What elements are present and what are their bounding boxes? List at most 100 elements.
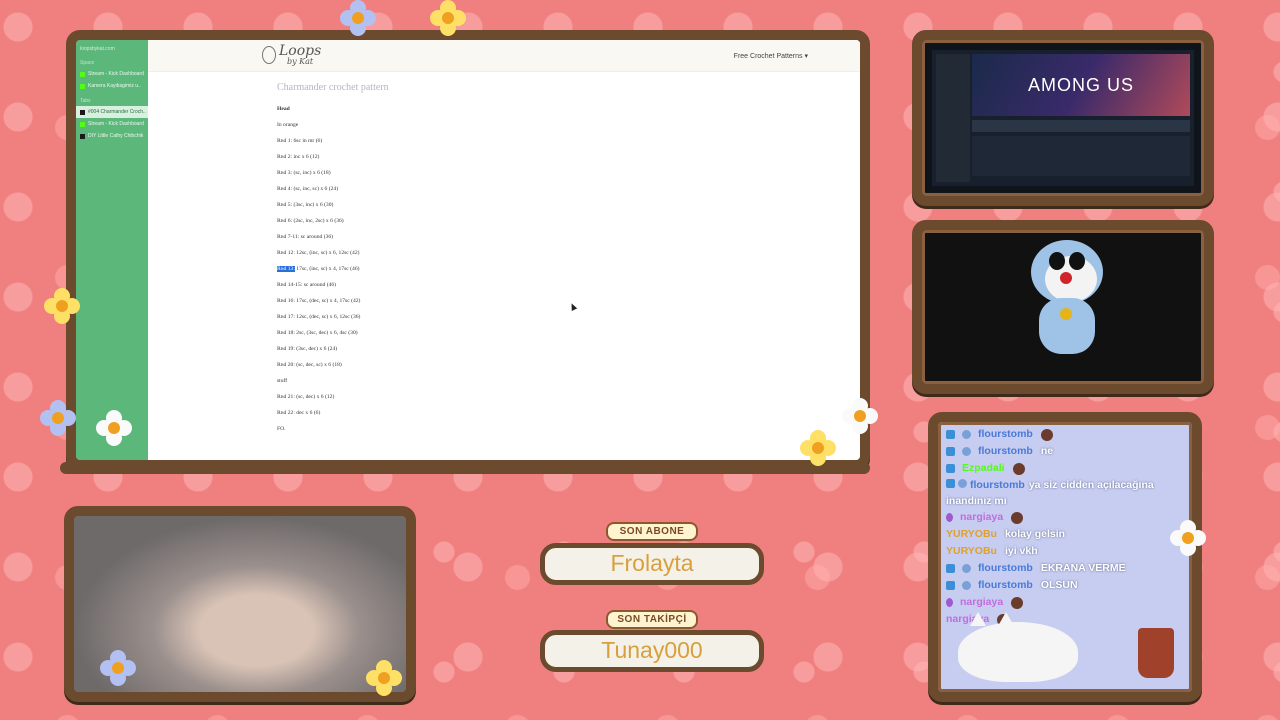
- gear-badge-icon: [962, 581, 971, 590]
- daffodil-decoration: [366, 660, 402, 696]
- page-icon: [80, 109, 85, 115]
- sidebar-tab-diy-cathy[interactable]: DIY Little Cathy Chibchik: [76, 130, 148, 142]
- chat-message: nargiaya: [946, 594, 1186, 611]
- browser-window-frame: loopsbykat.com Space Stream - Kick Dashb…: [66, 30, 870, 470]
- emoji-icon: [1040, 428, 1053, 441]
- game-screenshots: [972, 136, 1190, 176]
- chat-message: YURYOBu iyi vkh: [946, 543, 1186, 560]
- pattern-line: Rnd 6: (2sc, inc, 2sc) x 6 (36): [277, 218, 344, 224]
- eye-icon: [1069, 252, 1085, 270]
- nose-icon: [1060, 272, 1072, 284]
- mic-badge-icon: [946, 513, 953, 522]
- chat-text: ne: [1040, 445, 1054, 457]
- blue-flower-decoration: [40, 400, 76, 436]
- pattern-line: Rnd 5: (3sc, inc) x 6 (30): [277, 202, 334, 208]
- daffodil-decoration: [430, 0, 466, 36]
- chat-username[interactable]: flourstomb: [978, 560, 1033, 577]
- white-flower-decoration: [96, 410, 132, 446]
- sidebar-tab-label: #004 Charmander Croch..: [88, 109, 146, 115]
- chat-username[interactable]: YURYOBu: [946, 526, 997, 543]
- chat-username[interactable]: flourstomb: [978, 577, 1033, 594]
- wood-branch-decoration: [60, 462, 870, 474]
- chat-username[interactable]: Ezpadali: [962, 460, 1005, 477]
- flower-pot-decoration: [1138, 628, 1174, 678]
- logo-text-sub: by Kat: [287, 57, 314, 66]
- game-title: AMONG US: [1027, 74, 1134, 95]
- sidebar-section-tabs: Tabs: [80, 98, 91, 104]
- pattern-line: In orange: [277, 122, 299, 128]
- site-header: Loops by Kat Free Crochet Patterns ▾: [148, 40, 860, 72]
- last-follower-label: SON TAKİPÇİ: [606, 610, 698, 629]
- web-page: Loops by Kat Free Crochet Patterns ▾ Cha…: [148, 40, 860, 460]
- pattern-line: Rnd 16: 17sc, (dec, sc) x 4, 17sc (42): [277, 298, 361, 304]
- sidebar-tab-label: Stream - Kick Dashboard: [88, 121, 144, 127]
- pattern-line: Rnd 14-15: sc around (46): [277, 282, 337, 288]
- chat-username[interactable]: flourstomb: [970, 479, 1025, 491]
- pattern-line: stuff: [277, 378, 288, 384]
- game-action-bar[interactable]: [972, 120, 1190, 132]
- chat-username[interactable]: YURYOBu: [946, 543, 997, 560]
- white-flower-decoration: [1170, 520, 1206, 556]
- chat-text: kolay gelsin: [1004, 528, 1066, 540]
- site-logo[interactable]: Loops by Kat: [262, 44, 321, 66]
- chat-username[interactable]: flourstomb: [978, 443, 1033, 460]
- sidebar-tab-label: Stream - Kick Dashboard: [88, 71, 144, 77]
- sidebar-section-space: Space: [80, 60, 95, 66]
- chat-message: flourstomb EKRANA VERME: [946, 560, 1186, 577]
- mic-badge-icon: [946, 598, 953, 607]
- gear-badge-icon: [958, 479, 967, 488]
- sleeping-cat-decoration: [958, 612, 1078, 682]
- kick-icon: [80, 121, 85, 127]
- chat-message: YURYOBu kolay gelsin: [946, 526, 1186, 543]
- kick-badge-icon: [946, 581, 955, 590]
- kick-badge-icon: [946, 464, 955, 473]
- chat-username[interactable]: flourstomb: [978, 426, 1033, 443]
- pattern-line: Rnd 22: dec x 6 (6): [277, 410, 321, 416]
- kick-icon: [80, 83, 85, 89]
- gear-badge-icon: [962, 564, 971, 573]
- sidebar-url[interactable]: loopsbykat.com: [76, 40, 148, 54]
- chat-text: iyi vkh: [1004, 545, 1038, 557]
- sidebar-tab-kamera[interactable]: Kamera Kaydiagimiz u..: [76, 80, 148, 92]
- gear-badge-icon: [962, 447, 971, 456]
- pattern-line: Rnd 1: 6sc in mr (6): [277, 138, 323, 144]
- kick-badge-icon: [946, 447, 955, 456]
- eye-icon: [1049, 252, 1065, 270]
- sidebar-tab-label: Kamera Kaydiagimiz u..: [88, 83, 141, 89]
- game-library-list[interactable]: [936, 54, 970, 182]
- pattern-line: Rnd 19: (3sc, dec) x 6 (24): [277, 346, 338, 352]
- logo-text-main: Loops: [279, 43, 322, 59]
- game-banner: AMONG US: [972, 54, 1190, 116]
- last-follower-name: Tunay000: [540, 630, 764, 672]
- game-launcher: AMONG US: [932, 50, 1194, 186]
- pattern-line: Head: [277, 106, 290, 112]
- emoji-icon: [1012, 462, 1025, 475]
- chat-frame: flourstomb flourstomb ne Ezpadali flourstomb…: [928, 412, 1202, 702]
- sidebar-tab-kick-dashboard-2[interactable]: Stream - Kick Dashboard: [76, 118, 148, 130]
- pattern-line: Rnd 20: (sc, dec, sc) x 6 (18): [277, 362, 342, 368]
- last-subscriber-name: Frolayta: [540, 543, 764, 585]
- pattern-line: Rnd 7-11: sc around (36): [277, 234, 334, 240]
- chat-message: flourstomb ne: [946, 443, 1186, 460]
- page-icon: [80, 133, 85, 139]
- kick-badge-icon: [946, 479, 955, 488]
- pattern-line: Rnd 2: inc x 6 (12): [277, 154, 320, 160]
- emoji-icon: [1011, 511, 1024, 524]
- kick-badge-icon: [946, 430, 955, 439]
- chat-text: OLSUN: [1040, 579, 1078, 591]
- pattern-line-selected[interactable]: Rnd 13: 17sc, (inc, sc) x 4, 17sc (46): [277, 261, 389, 277]
- plush-doll: [1027, 240, 1107, 360]
- kick-icon: [80, 71, 85, 77]
- plush-camera-frame: [912, 220, 1214, 394]
- sidebar-tab-charmander[interactable]: #004 Charmander Croch..: [76, 106, 148, 118]
- chat-username[interactable]: nargiaya: [960, 594, 1003, 611]
- sidebar-tab-label: DIY Little Cathy Chibchik: [88, 133, 144, 139]
- article-title: Charmander crochet pattern: [277, 82, 389, 93]
- nav-free-crochet-patterns[interactable]: Free Crochet Patterns ▾: [734, 52, 808, 60]
- chat-username[interactable]: nargiaya: [960, 509, 1003, 526]
- chat-log[interactable]: flourstomb flourstomb ne Ezpadali flourstomb…: [946, 426, 1186, 628]
- sidebar-tab-kick-dashboard[interactable]: Stream - Kick Dashboard: [76, 68, 148, 80]
- pattern-line: Rnd 17: 12sc, (dec, sc) x 6, 12sc (36): [277, 314, 361, 320]
- game-window-frame: AMONG US: [912, 30, 1214, 206]
- article: Charmander crochet pattern Head In orang…: [277, 82, 389, 437]
